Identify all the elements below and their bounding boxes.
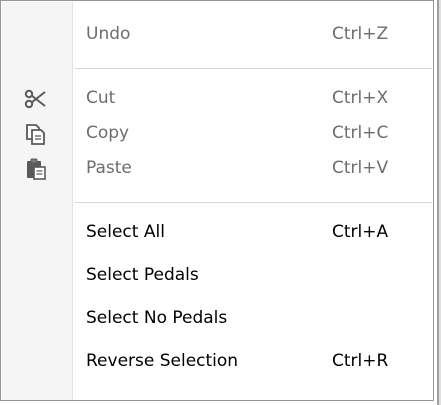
copy-icon (24, 122, 48, 146)
menu-item-shortcut: Ctrl+R (332, 351, 389, 371)
icon-gutter (2, 2, 73, 400)
menu-item-label: Copy (86, 123, 130, 143)
menu-item-copy[interactable]: Copy Ctrl+C (2, 115, 433, 151)
menu-item-label: Cut (86, 88, 116, 108)
menu-item-reverse-selection[interactable]: Reverse Selection Ctrl+R (2, 343, 433, 379)
menu-item-label: Select No Pedals (86, 308, 228, 328)
menu-item-paste[interactable]: Paste Ctrl+V (2, 150, 433, 186)
menu-item-label: Paste (86, 158, 132, 178)
menu-item-undo[interactable]: Undo Ctrl+Z (2, 16, 433, 52)
menu-item-select-all[interactable]: Select All Ctrl+A (2, 214, 433, 250)
menu-item-label: Select Pedals (86, 265, 199, 285)
menu-item-shortcut: Ctrl+Z (332, 24, 389, 44)
menu-item-shortcut: Ctrl+C (332, 123, 389, 143)
window-edge (434, 0, 441, 405)
context-menu: Undo Ctrl+Z Cut Ctrl+X Copy Ctrl+C Paste… (0, 0, 434, 401)
menu-separator (75, 202, 432, 203)
menu-item-shortcut: Ctrl+X (332, 88, 389, 108)
menu-item-label: Select All (86, 222, 165, 242)
scissors-icon (24, 87, 48, 111)
menu-item-label: Undo (86, 24, 131, 44)
menu-item-cut[interactable]: Cut Ctrl+X (2, 80, 433, 116)
menu-item-shortcut: Ctrl+V (332, 158, 389, 178)
clipboard-paste-icon (24, 157, 48, 181)
menu-separator (75, 68, 432, 69)
menu-item-shortcut: Ctrl+A (332, 222, 389, 242)
menu-item-select-no-pedals[interactable]: Select No Pedals (2, 300, 433, 336)
menu-item-select-pedals[interactable]: Select Pedals (2, 257, 433, 293)
menu-item-label: Reverse Selection (86, 351, 239, 371)
